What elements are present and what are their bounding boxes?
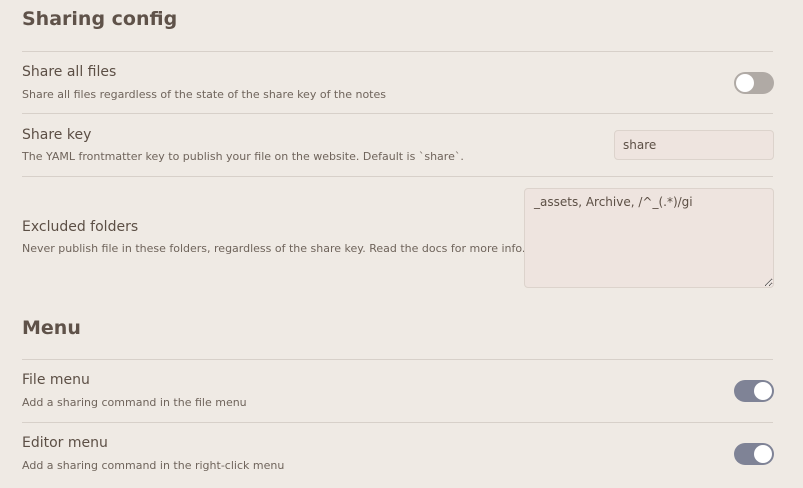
setting-name-excluded-folders: Excluded folders [22,219,139,235]
editor-menu-toggle[interactable] [734,443,774,465]
excluded-folders-textarea[interactable]: _assets, Archive, /^_(.*)/gi [524,188,774,288]
divider [22,359,773,360]
setting-desc-editor-menu: Add a sharing command in the right-click… [22,459,285,472]
toggle-knob [754,382,772,400]
divider [22,51,773,52]
share-all-files-toggle[interactable] [734,72,774,94]
setting-desc-excluded-folders: Never publish file in these folders, reg… [22,242,526,255]
toggle-knob [754,445,772,463]
setting-desc-file-menu: Add a sharing command in the file menu [22,396,247,409]
section-title-menu: Menu [22,317,81,339]
setting-desc-share-key: The YAML frontmatter key to publish your… [22,150,464,163]
section-title-sharing-config: Sharing config [22,8,178,30]
settings-page: Sharing config Share all files Share all… [0,0,803,488]
setting-name-file-menu: File menu [22,372,90,388]
file-menu-toggle[interactable] [734,380,774,402]
divider [22,422,773,423]
setting-name-share-all-files: Share all files [22,64,117,80]
setting-name-share-key: Share key [22,127,92,143]
toggle-knob [736,74,754,92]
setting-desc-share-all-files: Share all files regardless of the state … [22,88,386,101]
divider [22,113,773,114]
setting-name-editor-menu: Editor menu [22,435,108,451]
share-key-input[interactable] [614,130,774,160]
divider [22,176,773,177]
